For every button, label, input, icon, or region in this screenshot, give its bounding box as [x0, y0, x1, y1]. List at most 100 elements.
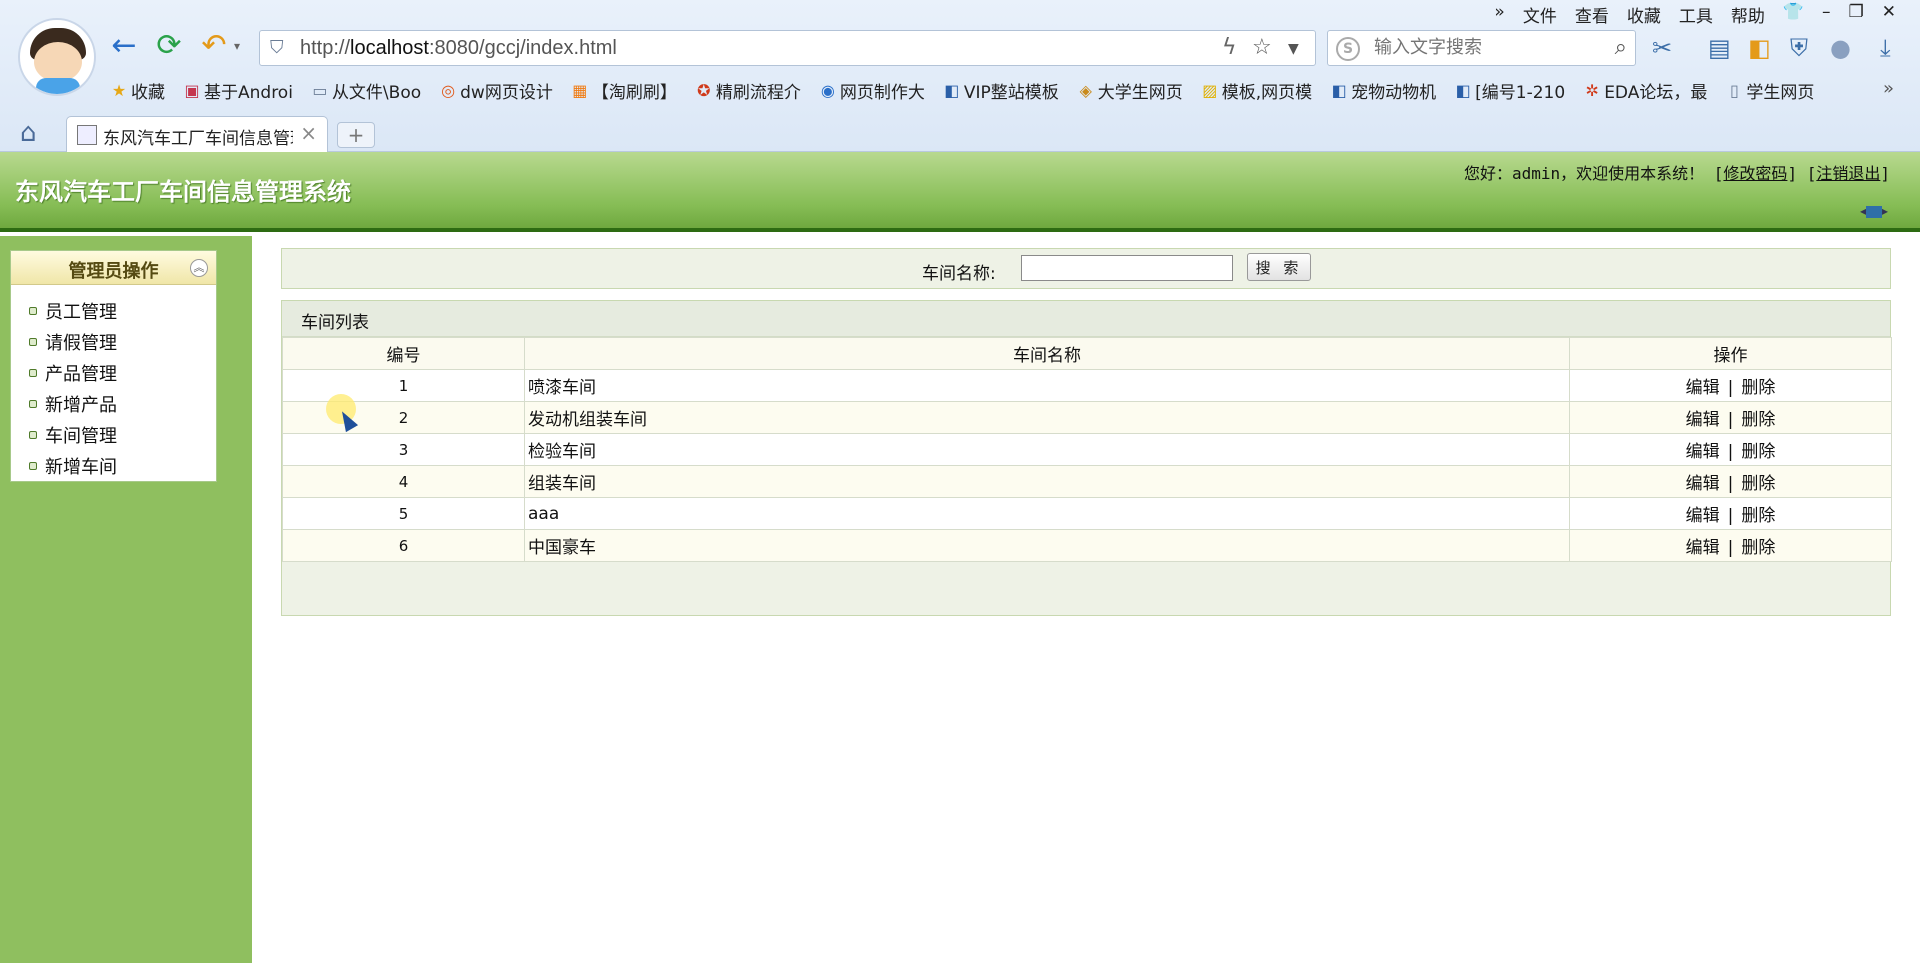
delete-link[interactable]: 删除: [1741, 410, 1775, 430]
bookmark-item[interactable]: ◧ [编号1-210: [1454, 78, 1566, 103]
address-url[interactable]: http://localhost:8080/gccj/index.html: [300, 37, 617, 60]
edit-link[interactable]: 编辑: [1686, 474, 1720, 494]
bookmarks-bar: ★ 收藏 ▣ 基于Androi ▭ 从文件\Boo ◎ dw网页设计 ▦ 【淘刷刷】 ✪ 精刷流程介 ◉…: [110, 78, 1822, 103]
undo-dropdown-icon[interactable]: ▾: [230, 30, 244, 62]
skin-icon[interactable]: 👕: [1783, 2, 1804, 27]
op-separator: |: [1727, 442, 1734, 462]
sidebar-item-add-workshop[interactable]: 新增车间: [29, 450, 216, 481]
restore-icon[interactable]: ❐: [1849, 2, 1864, 27]
shield-check-icon[interactable]: ⛨: [1790, 34, 1808, 62]
delete-link[interactable]: 删除: [1741, 474, 1775, 494]
bullet-icon: [29, 306, 37, 315]
op-separator: |: [1727, 378, 1734, 398]
bookmark-label: 【淘刷刷】: [591, 83, 677, 103]
bookmark-item[interactable]: ✪ 精刷流程介: [695, 78, 801, 103]
star-outline-icon[interactable]: ☆: [1252, 35, 1272, 60]
workshop-table: 编号 车间名称 操作 1 喷漆车间 编辑 | 删除 2 发动机组装车间 编辑 | 删除 3 检验车间编…: [282, 337, 1892, 562]
dropdown-arrow-icon[interactable]: ▼: [1288, 41, 1299, 57]
edit-link[interactable]: 编辑: [1686, 506, 1720, 526]
browser-search-bar[interactable]: S ⌕: [1327, 30, 1636, 66]
menu-item-help[interactable]: 帮助: [1731, 2, 1765, 27]
menu-item-view[interactable]: 查看: [1575, 2, 1609, 27]
menu-item-file[interactable]: 文件: [1523, 2, 1557, 27]
close-window-icon[interactable]: ✕: [1882, 2, 1896, 27]
table-row: 5 aaa 编辑 | 删除: [282, 497, 1892, 530]
minimize-icon[interactable]: –: [1822, 2, 1831, 27]
browser-search-input[interactable]: [1374, 37, 1594, 58]
address-bar[interactable]: ⛉ http://localhost:8080/gccj/index.html …: [259, 30, 1316, 66]
bullet-icon: [29, 430, 37, 439]
search-button[interactable]: 搜 索: [1247, 253, 1311, 281]
list-title: 车间列表: [301, 313, 369, 333]
bookmark-item[interactable]: ▯ 学生网页: [1725, 78, 1814, 103]
edit-link[interactable]: 编辑: [1686, 538, 1720, 558]
edit-link[interactable]: 编辑: [1686, 442, 1720, 462]
swirl-icon: ◎: [441, 80, 456, 100]
cell-id: 5: [282, 497, 525, 530]
workshop-name-input[interactable]: [1021, 255, 1233, 281]
reader-icon[interactable]: ▤: [1708, 34, 1731, 62]
sidebar-item-employees[interactable]: 员工管理: [29, 295, 216, 326]
menu-item-favorites[interactable]: 收藏: [1627, 2, 1661, 27]
badge-icon: ✪: [697, 80, 711, 100]
delete-link[interactable]: 删除: [1741, 442, 1775, 462]
delete-link[interactable]: 删除: [1741, 506, 1775, 526]
sidebar-item-products[interactable]: 产品管理: [29, 357, 216, 388]
bookmark-item[interactable]: ▣ 基于Androi: [183, 78, 293, 103]
user-avatar[interactable]: [18, 18, 96, 96]
tab-close-icon[interactable]: ×: [300, 121, 317, 145]
bullet-icon: [29, 368, 37, 377]
collapse-icon[interactable]: ︽: [190, 259, 208, 277]
bookmarks-more-icon[interactable]: »: [1883, 78, 1894, 99]
refresh-icon[interactable]: ⟳: [153, 30, 185, 62]
admin-menu-header[interactable]: 管理员操作 ︽: [11, 251, 216, 285]
sidebar-item-add-product[interactable]: 新增产品: [29, 388, 216, 419]
sidebar-toggle-icon[interactable]: ◂ ▸: [1856, 204, 1892, 218]
delete-link[interactable]: 删除: [1741, 378, 1775, 398]
browser-menu: » 文件 查看 收藏 工具 帮助 👕 – ❐ ✕: [1494, 2, 1896, 27]
bookmark-item[interactable]: ★ 收藏: [110, 78, 165, 103]
tab-active[interactable]: 东风汽车工厂车间信息管理系统 ×: [66, 116, 328, 152]
welcome-text: 您好：admin，欢迎使用本系统！: [1463, 164, 1705, 183]
download-icon[interactable]: ⤓: [1880, 34, 1891, 62]
bookmark-item[interactable]: ◈ 大学生网页: [1077, 78, 1183, 103]
bookmark-item[interactable]: ▭ 从文件\Boo: [311, 78, 421, 103]
star-icon: ★: [111, 80, 127, 100]
edit-link[interactable]: 编辑: [1686, 410, 1720, 430]
delete-link[interactable]: 删除: [1741, 538, 1775, 558]
bookmark-item[interactable]: ▦ 【淘刷刷】: [571, 78, 677, 103]
more-dots-icon[interactable]: ●: [1830, 34, 1851, 62]
bookmark-label: 宠物动物机: [1351, 83, 1437, 103]
home-icon[interactable]: ⌂: [20, 118, 37, 148]
undo-icon[interactable]: ↶: [198, 30, 230, 62]
workshop-name-label: 车间名称:: [922, 264, 996, 284]
bookmark-item[interactable]: ◉ 网页制作大: [819, 78, 925, 103]
extension-icon[interactable]: ◧: [1748, 34, 1771, 62]
search-panel: 车间名称: 搜 索: [281, 248, 1891, 289]
bookmark-item[interactable]: ▨ 模板,网页模: [1201, 78, 1312, 103]
sidebar-item-leave[interactable]: 请假管理: [29, 326, 216, 357]
menu-item-tools[interactable]: 工具: [1679, 2, 1713, 27]
search-engine-icon[interactable]: S: [1336, 37, 1360, 61]
cell-name: aaa: [524, 497, 1570, 530]
bookmark-item[interactable]: ✲ EDA论坛，最: [1583, 78, 1707, 103]
col-header-ops: 操作: [1569, 337, 1892, 370]
bookmark-label: 精刷流程介: [715, 83, 801, 103]
change-password-link[interactable]: 修改密码: [1723, 164, 1787, 183]
menu-expand-icon[interactable]: »: [1494, 2, 1504, 27]
back-arrow-icon[interactable]: ←: [108, 30, 140, 62]
sidebar-item-workshops[interactable]: 车间管理: [29, 419, 216, 450]
lightning-icon[interactable]: ϟ: [1222, 35, 1237, 60]
bookmark-item[interactable]: ◧ VIP整站模板: [943, 78, 1058, 103]
edit-link[interactable]: 编辑: [1686, 378, 1720, 398]
bookmark-label: 基于Androi: [204, 83, 293, 103]
main-content: 车间名称: 搜 索 车间列表 编号 车间名称 操作 1 喷漆车间 编辑 | 删除 2 发动机…: [252, 236, 1920, 963]
scissors-icon[interactable]: ✂: [1652, 34, 1672, 62]
bookmark-item[interactable]: ◎ dw网页设计: [439, 78, 553, 103]
table-row: 6 中国豪车 编辑 | 删除: [282, 529, 1892, 562]
logout-link[interactable]: 注销退出: [1816, 164, 1880, 183]
bookmark-label: 大学生网页: [1097, 83, 1183, 103]
new-tab-button[interactable]: +: [337, 122, 375, 148]
bookmark-item[interactable]: ◧ 宠物动物机: [1330, 78, 1437, 103]
search-icon[interactable]: ⌕: [1615, 35, 1627, 60]
